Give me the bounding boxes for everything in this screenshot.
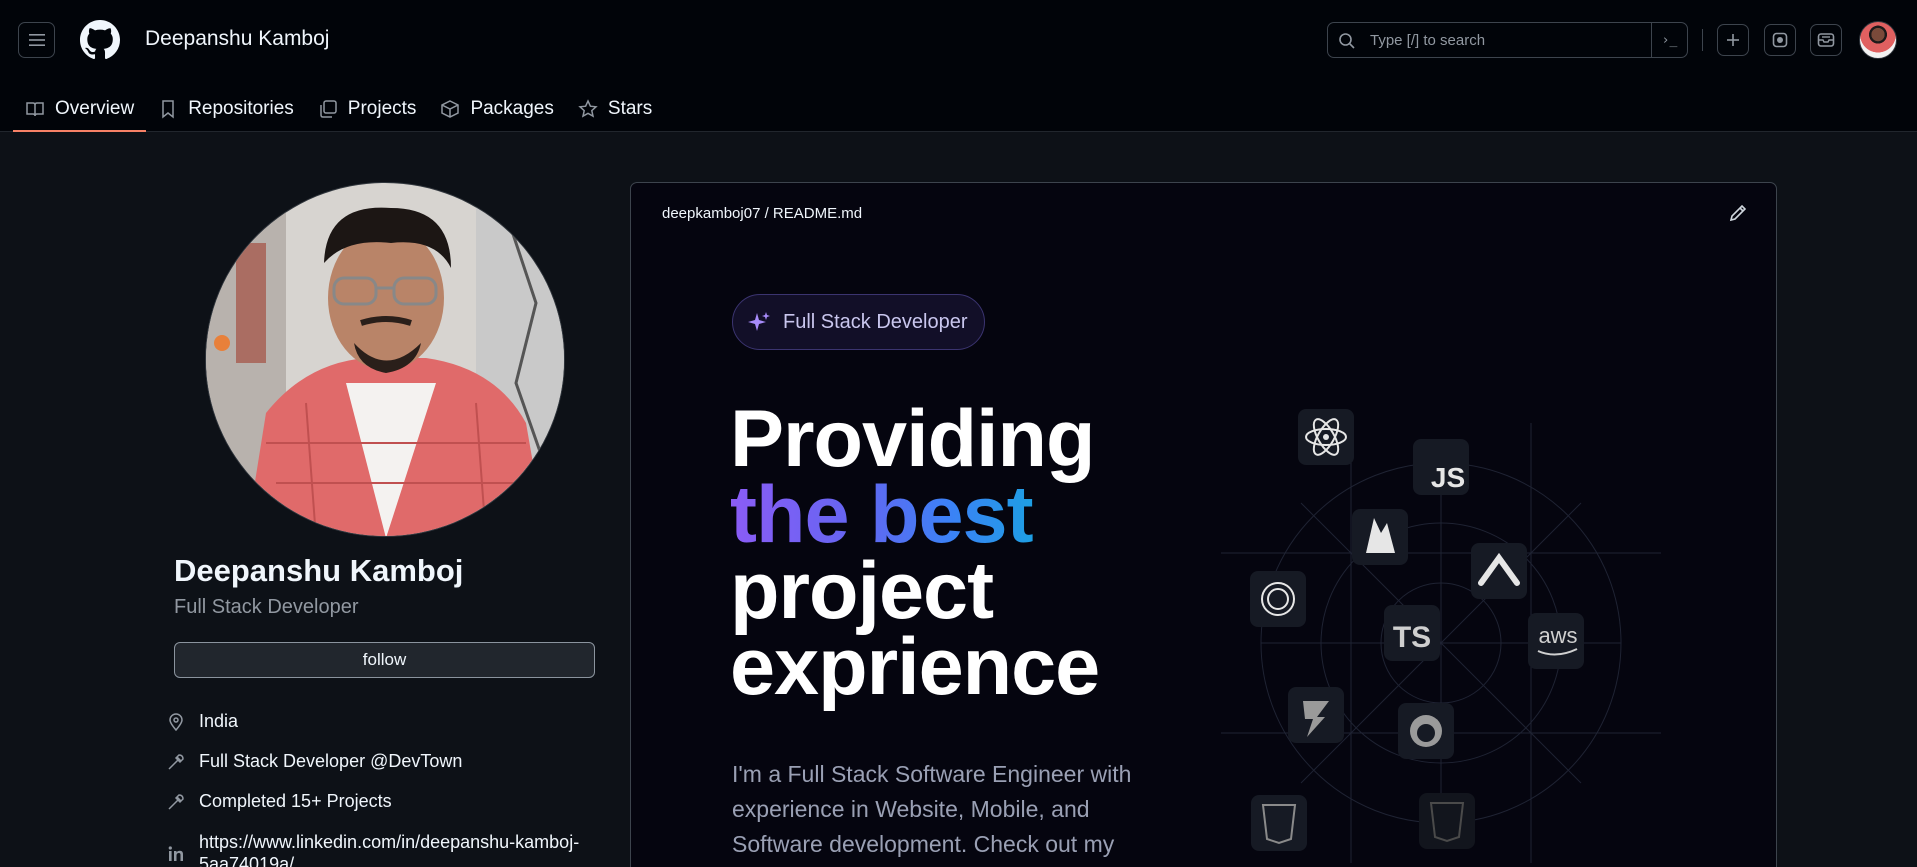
search-input[interactable]: Type [/] to search ›_ xyxy=(1327,22,1688,58)
global-header: Deepanshu Kamboj Type [/] to search ›_ O… xyxy=(0,0,1917,132)
command-palette-button[interactable]: ›_ xyxy=(1651,23,1687,57)
tab-label: Projects xyxy=(347,98,417,119)
tab-label: Stars xyxy=(607,98,653,119)
tab-label: Repositories xyxy=(188,98,294,119)
sparkles-icon xyxy=(748,312,770,331)
html-icon xyxy=(1419,793,1475,849)
react-icon xyxy=(1298,409,1354,465)
create-new-button[interactable] xyxy=(1717,24,1749,56)
chevron-up-icon xyxy=(1471,543,1527,599)
hero-line-4: exprience xyxy=(730,622,1100,712)
hamburger-icon xyxy=(28,34,45,46)
location-text: India xyxy=(199,711,239,731)
readme-path[interactable]: deepkamboj07 / README.md xyxy=(662,205,862,222)
star-icon xyxy=(578,99,598,118)
dropper-icon xyxy=(168,753,184,770)
openai-icon xyxy=(1250,571,1306,627)
location-icon xyxy=(169,712,183,731)
package-icon xyxy=(441,100,460,118)
role-text: Full Stack Developer @DevTown xyxy=(199,751,463,771)
achievement-item: Completed 15+ Projects xyxy=(165,791,392,812)
aws-icon: aws xyxy=(1528,613,1584,669)
menu-button[interactable] xyxy=(18,22,55,58)
tab-packages[interactable]: Packages xyxy=(428,86,565,132)
github-logo-icon[interactable] xyxy=(80,20,120,60)
hero-line-2: the best xyxy=(730,475,1099,556)
hero-line-1: Providing xyxy=(730,394,1096,484)
achievement-text: Completed 15+ Projects xyxy=(199,791,392,811)
js-label: JS xyxy=(1431,462,1465,493)
issues-button[interactable] xyxy=(1764,24,1796,56)
readme-description: I'm a Full Stack Software Engineer with … xyxy=(732,761,1132,857)
linkedin-item: https://www.linkedin.com/in/deepanshu-ka… xyxy=(165,831,619,867)
tech-stack-graphic: JS TS aws xyxy=(1221,409,1661,863)
aws-label: aws xyxy=(1538,623,1577,648)
edit-readme-button[interactable] xyxy=(1728,203,1748,228)
tab-projects[interactable]: Projects xyxy=(306,86,429,132)
css-icon xyxy=(1251,795,1307,851)
profile-name: Deepanshu Kamboj xyxy=(174,553,464,588)
hero-line-3: project xyxy=(730,546,994,636)
pencil-icon xyxy=(1729,204,1747,222)
inbox-button[interactable] xyxy=(1810,24,1842,56)
user-avatar[interactable] xyxy=(1859,21,1897,59)
github-icon xyxy=(1398,703,1454,759)
app-title[interactable]: Deepanshu Kamboj xyxy=(145,27,329,51)
repo-icon xyxy=(162,100,174,119)
location-item: India xyxy=(165,711,238,732)
role-badge: Full Stack Developer xyxy=(732,294,985,350)
role-item: Full Stack Developer @DevTown xyxy=(165,751,462,772)
linkedin-icon xyxy=(168,846,183,861)
book-icon xyxy=(26,102,44,117)
profile-photo[interactable] xyxy=(205,182,565,537)
hero-heading: Providing the best project exprience xyxy=(730,394,1100,712)
tab-overview[interactable]: Overview xyxy=(13,86,147,132)
tab-label: Packages xyxy=(470,98,554,119)
follow-button[interactable]: follow xyxy=(174,642,595,678)
tab-stars[interactable]: Stars xyxy=(566,86,664,132)
inbox-icon xyxy=(1817,33,1835,47)
tab-repositories[interactable]: Repositories xyxy=(146,86,306,132)
search-placeholder: Type [/] to search xyxy=(1370,32,1486,49)
profile-subtitle: Full Stack Developer xyxy=(174,596,359,618)
linkedin-link[interactable]: https://www.linkedin.com/in/deepanshu-ka… xyxy=(199,831,619,867)
typescript-icon: TS xyxy=(1384,605,1440,661)
badge-label: Full Stack Developer xyxy=(783,310,968,333)
firebase-icon xyxy=(1352,509,1408,565)
javascript-icon: JS xyxy=(1413,439,1469,495)
dropper-icon xyxy=(168,793,184,810)
issue-opened-icon xyxy=(1772,32,1788,48)
readme-card: deepkamboj07 / README.md Full Stack Deve… xyxy=(630,182,1777,867)
search-icon xyxy=(1339,33,1355,49)
bolt-icon xyxy=(1288,687,1344,743)
tab-label: Overview xyxy=(55,98,135,119)
profile-tabs: Overview Repositories Projects Packages xyxy=(13,86,664,132)
header-divider xyxy=(1702,29,1703,51)
table-icon xyxy=(320,100,337,118)
plus-icon xyxy=(1727,34,1739,46)
ts-label: TS xyxy=(1393,621,1431,654)
